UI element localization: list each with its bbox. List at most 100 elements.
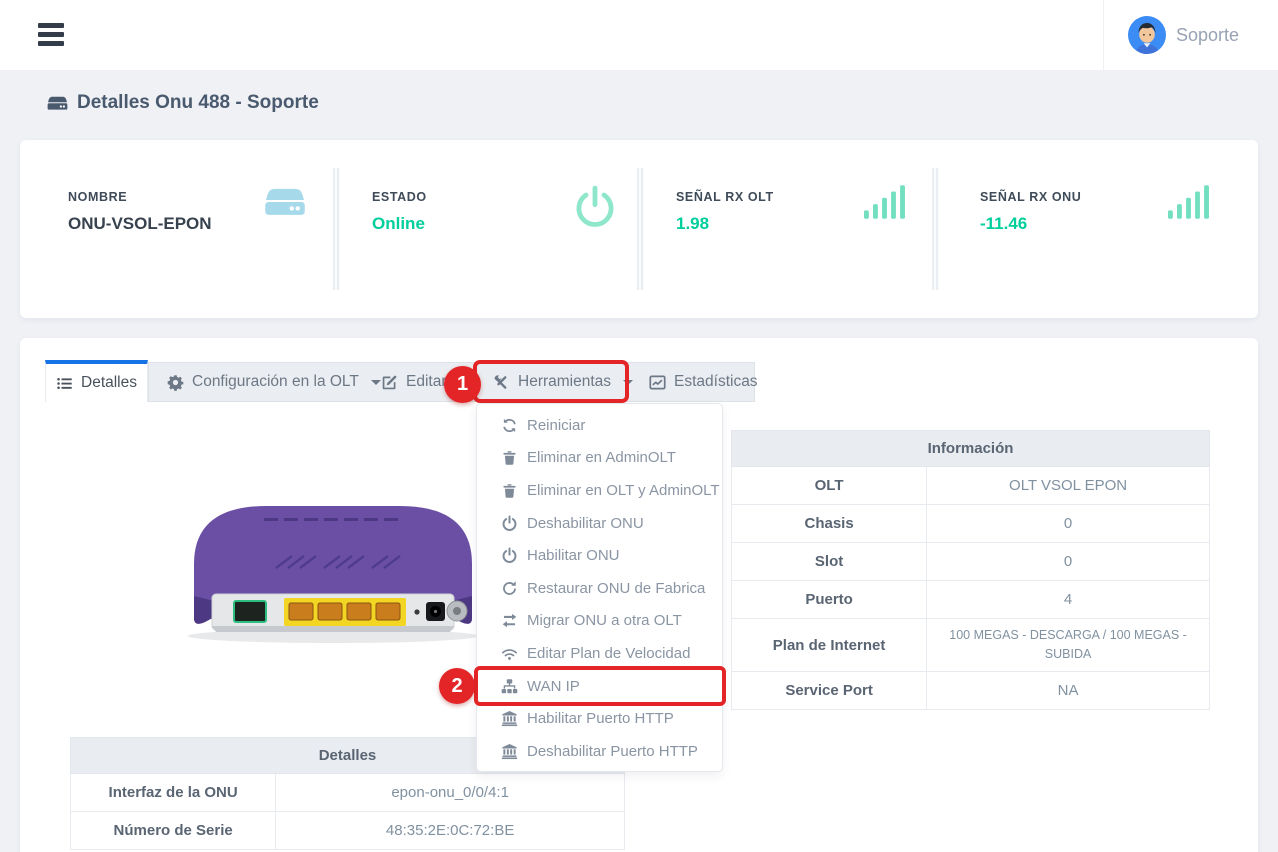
table-row: Chasis 0 xyxy=(731,505,1210,543)
signal-icon xyxy=(864,184,906,225)
table-row: Número de Serie 48:35:2E:0C:72:BE xyxy=(70,812,625,850)
power-icon xyxy=(572,184,618,235)
stat-nombre: NOMBRE ONU-VSOL-EPON xyxy=(68,190,212,234)
menu-item-deshabilitar-onu[interactable]: Deshabilitar ONU xyxy=(477,507,722,540)
row-value: OLT VSOL EPON xyxy=(1009,477,1128,494)
menu-item-editar-plan[interactable]: Editar Plan de Velocidad xyxy=(477,637,722,670)
annotation-badge-1: 1 xyxy=(444,366,481,403)
row-value: epon-onu_0/0/4:1 xyxy=(391,784,509,801)
signal-icon xyxy=(1168,184,1210,225)
user-name[interactable]: Soporte xyxy=(1176,0,1239,70)
menu-item-label: Habilitar Puerto HTTP xyxy=(527,710,674,728)
sync-icon xyxy=(501,417,518,434)
menu-item-restaurar-fabrica[interactable]: Restaurar ONU de Fabrica xyxy=(477,572,722,605)
menu-item-eliminar-olt-adminolt[interactable]: Eliminar en OLT y AdminOLT xyxy=(477,474,722,507)
edit-icon xyxy=(381,374,398,391)
top-navbar: Soporte xyxy=(0,0,1278,70)
navbar-divider xyxy=(1103,0,1104,70)
tab-label: Editar xyxy=(406,373,447,390)
menu-item-reiniciar[interactable]: Reiniciar xyxy=(477,409,722,442)
menu-item-label: Editar Plan de Velocidad xyxy=(527,644,691,662)
menu-item-label: Migrar ONU a otra OLT xyxy=(527,612,682,630)
list-icon xyxy=(56,375,73,392)
table-row: Interfaz de la ONU epon-onu_0/0/4:1 xyxy=(70,774,625,812)
menu-item-label: Deshabilitar ONU xyxy=(527,514,644,532)
row-label: Número de Serie xyxy=(71,812,277,849)
modem-icon xyxy=(264,184,306,226)
stat-estado: ESTADO Online xyxy=(372,190,427,234)
bank-icon xyxy=(501,743,518,760)
power-icon xyxy=(501,515,518,532)
menu-item-label: Restaurar ONU de Fabrica xyxy=(527,579,706,597)
menu-item-deshabilitar-http[interactable]: Deshabilitar Puerto HTTP xyxy=(477,735,722,768)
tab-estadisticas[interactable]: Estadísticas xyxy=(649,363,758,401)
table-row: Puerto 4 xyxy=(731,581,1210,619)
row-label: Interfaz de la ONU xyxy=(71,774,277,811)
menu-item-label: Eliminar en OLT y AdminOLT xyxy=(527,481,720,499)
row-value: 48:35:2E:0C:72:BE xyxy=(385,822,515,839)
chart-icon xyxy=(649,374,666,391)
annotation-box-herramientas xyxy=(473,360,629,403)
modem-icon xyxy=(47,94,68,113)
annotation-badge-2: 2 xyxy=(439,668,475,704)
menu-item-habilitar-onu[interactable]: Habilitar ONU xyxy=(477,539,722,572)
menu-toggle-icon[interactable] xyxy=(38,23,64,47)
row-value: 0 xyxy=(1063,553,1073,570)
tab-label: Detalles xyxy=(81,374,137,391)
avatar[interactable] xyxy=(1128,16,1166,54)
info-table: Información OLT OLT VSOL EPON Chasis 0 S… xyxy=(731,430,1210,710)
row-value: 100 MEGAS - DESCARGA / 100 MEGAS - SUBID… xyxy=(949,628,1187,661)
table-row: Plan de Internet 100 MEGAS - DESCARGA / … xyxy=(731,619,1210,672)
row-label: Service Port xyxy=(732,672,928,709)
stat-value: 1.98 xyxy=(676,214,710,233)
divider xyxy=(333,168,340,290)
row-label: Chasis xyxy=(732,505,928,542)
divider xyxy=(637,168,644,290)
menu-item-label: Eliminar en AdminOLT xyxy=(527,449,676,467)
menu-item-migrar-onu[interactable]: Migrar ONU a otra OLT xyxy=(477,605,722,638)
menu-item-eliminar-adminolt[interactable]: Eliminar en AdminOLT xyxy=(477,442,722,475)
onu-photo xyxy=(172,498,494,648)
row-value: NA xyxy=(1057,682,1079,699)
stat-label: SEÑAL RX ONU xyxy=(980,190,1082,204)
stat-label: ESTADO xyxy=(372,190,427,204)
stat-value: -11.46 xyxy=(980,214,1028,233)
row-value: 0 xyxy=(1063,515,1073,532)
stat-value: ONU-VSOL-EPON xyxy=(68,214,212,233)
menu-item-habilitar-http[interactable]: Habilitar Puerto HTTP xyxy=(477,702,722,735)
table-row: Slot 0 xyxy=(731,543,1210,581)
row-label: Slot xyxy=(732,543,928,580)
menu-item-label: Habilitar ONU xyxy=(527,547,620,565)
exchange-icon xyxy=(501,612,518,629)
tab-label: Estadísticas xyxy=(674,373,758,390)
info-table-title: Información xyxy=(731,430,1210,467)
stat-rx-olt: SEÑAL RX OLT 1.98 xyxy=(676,190,774,234)
table-row: OLT OLT VSOL EPON xyxy=(731,467,1210,505)
stat-label: SEÑAL RX OLT xyxy=(676,190,774,204)
stat-label: NOMBRE xyxy=(68,190,128,204)
stat-rx-onu: SEÑAL RX ONU -11.46 xyxy=(980,190,1081,234)
screen: Soporte Detalles Onu 488 - Soporte NOMBR… xyxy=(0,0,1278,852)
tab-detalles[interactable]: Detalles xyxy=(45,360,148,402)
tab-editar[interactable]: Editar xyxy=(381,363,447,401)
row-label: Plan de Internet xyxy=(732,619,928,671)
tab-label: Configuración en la OLT xyxy=(192,373,359,390)
page-title-text: Detalles Onu 488 - Soporte xyxy=(77,92,319,113)
tab-configuracion-olt[interactable]: Configuración en la OLT xyxy=(167,363,381,401)
status-card: NOMBRE ONU-VSOL-EPON ESTADO Online SEÑAL… xyxy=(20,140,1258,318)
herramientas-dropdown-menu: Reiniciar Eliminar en AdminOLT Eliminar … xyxy=(476,403,723,772)
page-title: Detalles Onu 488 - Soporte xyxy=(47,92,319,114)
trash-icon xyxy=(501,449,518,466)
caret-down-icon xyxy=(370,379,381,385)
gear-icon xyxy=(167,374,184,391)
wifi-icon xyxy=(501,645,518,662)
row-value: 4 xyxy=(1063,591,1073,608)
stat-value: Online xyxy=(372,214,425,233)
bank-icon xyxy=(501,710,518,727)
power-icon xyxy=(501,547,518,564)
trash-icon xyxy=(501,482,518,499)
row-label: Puerto xyxy=(732,581,928,618)
annotation-box-wan-ip xyxy=(474,666,726,706)
table-row: Service Port NA xyxy=(731,672,1210,710)
menu-item-label: Reiniciar xyxy=(527,416,586,434)
